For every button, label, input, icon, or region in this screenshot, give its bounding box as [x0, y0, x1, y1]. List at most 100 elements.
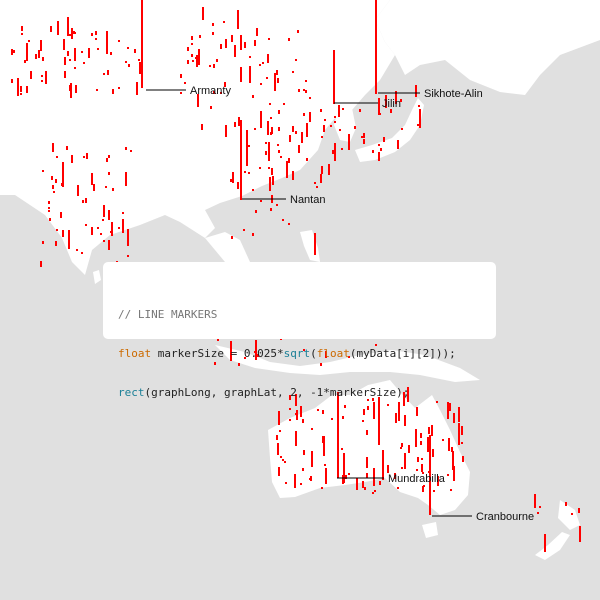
meteorite-marker	[91, 227, 93, 235]
meteorite-marker	[366, 430, 368, 435]
meteorite-marker	[93, 184, 95, 191]
place-name: Sikhote-Alin	[424, 88, 483, 100]
meteorite-marker	[309, 97, 311, 99]
meteorite-marker	[231, 236, 233, 239]
meteorite-marker	[136, 82, 138, 95]
meteorite-marker	[379, 481, 381, 485]
meteorite-marker	[91, 33, 93, 36]
code-keyword: float	[316, 347, 350, 360]
meteorite-marker	[311, 428, 313, 430]
meteorite-marker	[278, 127, 280, 131]
meteorite-marker	[379, 113, 381, 115]
meteorite-marker	[202, 7, 204, 20]
meteorite-marker	[40, 261, 42, 267]
meteorite-marker	[306, 131, 308, 133]
meteorite-marker	[240, 67, 242, 82]
meteorite-marker	[69, 59, 71, 61]
meteorite-marker	[289, 135, 291, 142]
meteorite-marker	[187, 47, 189, 51]
meteorite-marker	[277, 78, 279, 83]
meteorite-marker	[380, 148, 382, 151]
place-name: Jilin	[382, 98, 401, 110]
meteorite-marker	[231, 35, 233, 42]
meteorite-marker	[378, 152, 380, 161]
meteorite-marker	[417, 457, 419, 462]
meteorite-marker	[280, 456, 282, 458]
meteorite-marker	[383, 137, 385, 142]
meteorite-marker	[432, 449, 434, 457]
meteorite-marker	[201, 124, 203, 130]
meteorite-marker	[49, 218, 51, 221]
meteorite-marker	[180, 92, 182, 94]
meteorite-marker	[139, 62, 141, 74]
meteorite-marker	[374, 490, 376, 492]
meteorite-marker	[341, 448, 343, 450]
new-zealand-north-island	[558, 500, 580, 530]
meteorite-marker	[356, 484, 358, 490]
meteorite-marker	[86, 153, 88, 159]
meteorite-marker	[306, 123, 308, 137]
meteorite-marker	[20, 93, 22, 95]
meteorite-marker	[297, 30, 299, 33]
sri-lanka-landmass	[93, 270, 101, 284]
meteorite-marker	[50, 26, 52, 32]
meteorite-marker	[187, 60, 189, 64]
meteorite-marker	[298, 145, 300, 153]
meteorite-marker	[342, 108, 344, 110]
meteorite-marker	[249, 56, 251, 58]
meteorite-marker	[431, 425, 433, 436]
meteorite-marker	[427, 437, 429, 452]
code-function: sqrt	[283, 347, 311, 360]
meteorite-marker	[240, 35, 242, 39]
code-text: (	[310, 347, 317, 360]
meteorite-marker	[314, 233, 316, 255]
meteorite-marker	[125, 61, 127, 63]
meteorite-marker	[77, 185, 79, 196]
meteorite-marker	[420, 433, 422, 438]
meteorite-marker	[237, 182, 239, 189]
meteorite-marker	[248, 172, 250, 174]
meteorite-marker	[28, 40, 30, 42]
meteorite-marker	[45, 71, 47, 84]
meteorite-marker	[321, 487, 323, 489]
code-keyword: float	[118, 347, 152, 360]
meteorite-marker	[292, 171, 294, 180]
meteorite-marker	[118, 87, 120, 89]
meteorite-marker	[20, 86, 22, 92]
meteorite-marker	[401, 467, 403, 469]
meteorite-marker	[428, 427, 430, 434]
place-name: Mundrabilla	[388, 473, 446, 485]
meteorite-marker	[324, 464, 326, 466]
new-zealand-south-island	[535, 532, 570, 560]
meteorite-marker	[53, 191, 55, 193]
meteorite-marker	[66, 146, 68, 150]
meteorite-marker	[71, 28, 73, 39]
meteorite-marker	[260, 83, 262, 85]
meteorite-marker	[280, 156, 282, 158]
place-name: Armanty	[190, 85, 231, 97]
meteorite-marker	[62, 171, 64, 187]
meteorite-marker	[21, 33, 23, 35]
meteorite-marker	[571, 513, 573, 515]
meteorite-marker	[331, 418, 333, 420]
meteorite-marker	[362, 481, 364, 488]
meteorite-marker	[249, 66, 251, 83]
meteorite-marker	[64, 57, 66, 65]
meteorite-marker	[105, 186, 107, 188]
meteorite-marker	[64, 71, 66, 78]
meteorite-marker	[230, 179, 232, 182]
meteorite-marker	[48, 207, 50, 209]
meteorite-marker	[324, 119, 326, 121]
meteorite-marker	[272, 179, 274, 182]
meteorite-marker	[363, 139, 365, 144]
meteorite-marker	[429, 435, 431, 453]
meteorite-marker	[282, 459, 284, 461]
meteorite-marker	[342, 416, 344, 419]
meteorite-marker	[192, 60, 194, 62]
eurasia-landmass	[0, 0, 395, 275]
meteorite-marker	[122, 212, 124, 214]
meteorite-marker	[310, 476, 312, 481]
meteorite-marker	[246, 151, 248, 166]
meteorite-marker	[196, 55, 198, 67]
meteorite-marker	[364, 487, 366, 490]
